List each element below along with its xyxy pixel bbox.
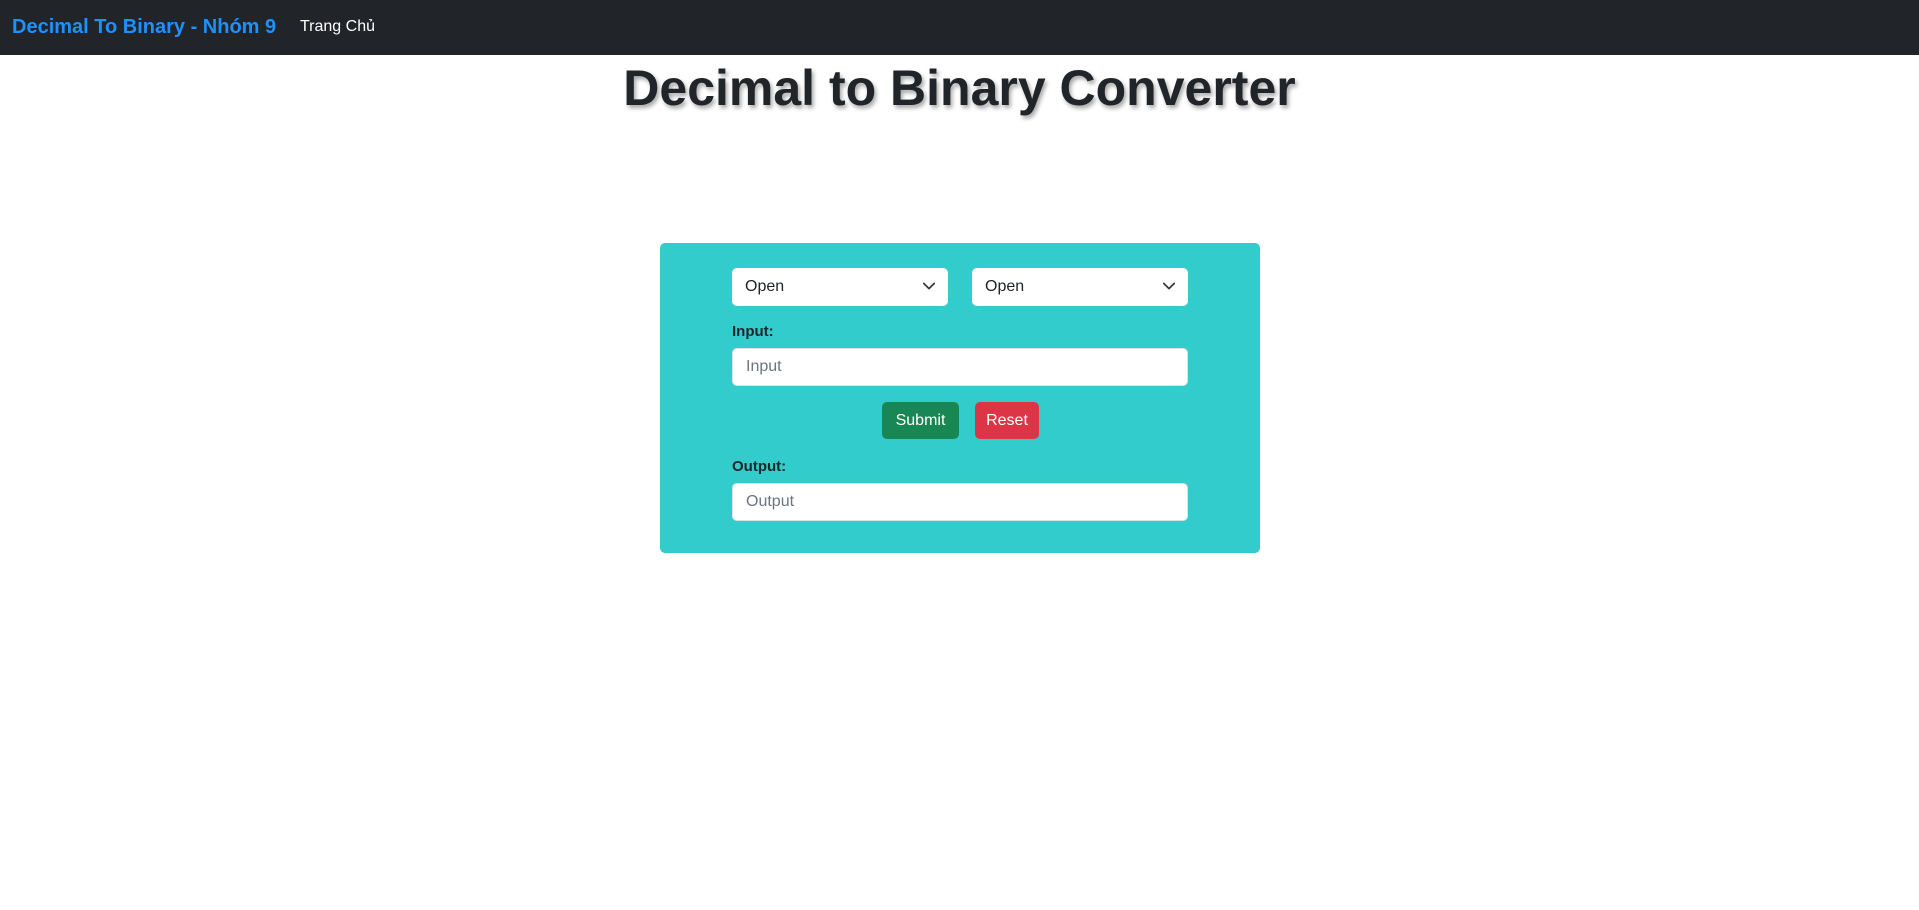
to-base-select-value: Open [985,278,1025,295]
from-base-select[interactable]: Open [732,268,948,306]
input-field[interactable] [732,348,1188,386]
to-base-select[interactable]: Open [972,268,1188,306]
input-label: Input: [732,323,774,340]
page-title: Decimal to Binary Converter [623,60,1296,116]
chevron-down-icon [922,282,936,290]
reset-button[interactable]: Reset [975,402,1039,439]
output-label: Output: [732,458,787,475]
from-base-select-value: Open [745,278,785,295]
navbar-brand[interactable]: Decimal To Binary - Nhóm 9 [12,15,276,39]
navbar: Decimal To Binary - Nhóm 9 Trang Chủ [0,0,1919,55]
output-field[interactable] [732,483,1188,521]
chevron-down-icon [1162,282,1176,290]
nav-link-home[interactable]: Trang Chủ [300,17,375,37]
submit-button[interactable]: Submit [882,402,959,439]
converter-card: Open Open Input: Submit Reset Output: [660,243,1260,553]
